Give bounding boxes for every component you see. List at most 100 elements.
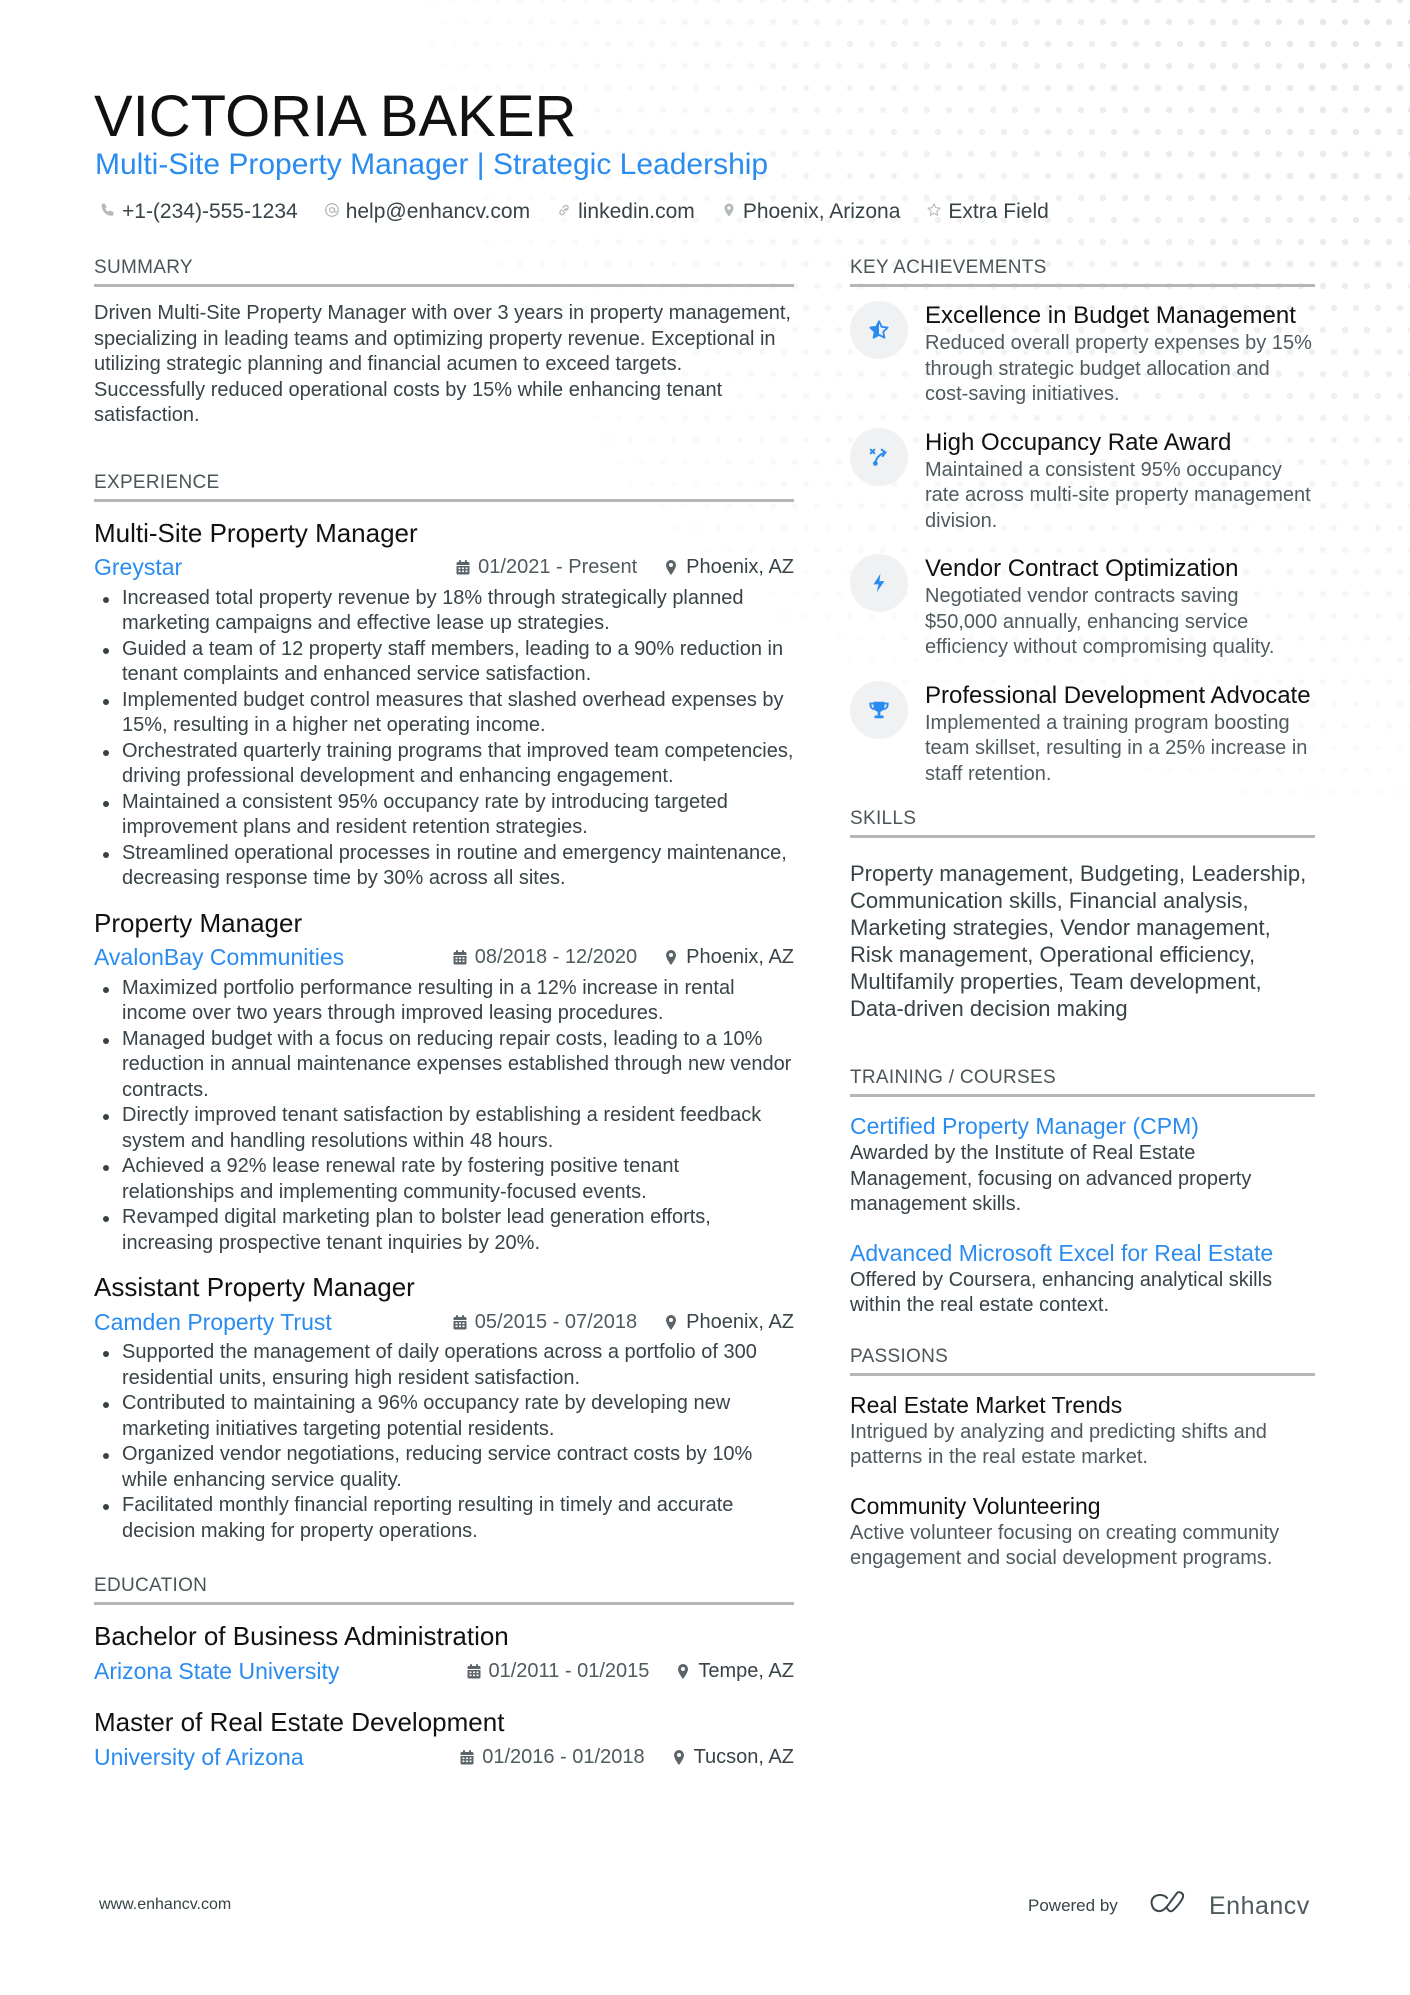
link-icon: [556, 200, 572, 224]
course-description: Offered by Coursera, enhancing analytica…: [850, 1268, 1273, 1317]
education-section: EDUCATION Bachelor of Business Administr…: [94, 1574, 794, 1775]
trophy-icon: [868, 699, 890, 721]
job-bullet: Streamlined operational processes in rou…: [94, 841, 794, 892]
company-link[interactable]: Camden Property Trust: [94, 1309, 452, 1336]
location-icon: [663, 1314, 679, 1331]
achievement-text: Vendor Contract Optimization Negotiated v…: [925, 554, 1315, 661]
education-meta: University of Arizona 01/2016 - 01/2018 Tu…: [94, 1739, 794, 1775]
education-location: Tempe, AZ: [675, 1660, 794, 1683]
school-link[interactable]: University of Arizona: [94, 1744, 459, 1771]
location-icon: [675, 1663, 691, 1680]
job-bullet: Orchestrated quarterly training programs…: [94, 739, 794, 790]
contact-email[interactable]: help@enhancv.com: [324, 200, 530, 224]
summary-heading: SUMMARY: [94, 256, 794, 287]
contact-location[interactable]: Phoenix, Arizona: [721, 200, 900, 224]
powered-by-label: Powered by: [1028, 1896, 1118, 1915]
job-location: Phoenix, AZ: [663, 946, 794, 969]
education-dates-text: 01/2011 - 01/2015: [488, 1659, 650, 1682]
achievement-icon-badge: [850, 680, 908, 739]
job-title: Assistant Property Manager: [94, 1272, 415, 1302]
company-link[interactable]: Greystar: [94, 554, 455, 581]
bolt-icon: [868, 572, 890, 594]
course-entry: Advanced Microsoft Excel for Real Estate…: [850, 1238, 1315, 1319]
training-heading: TRAINING / COURSES: [850, 1066, 1315, 1097]
passions-section: PASSIONS Real Estate Market Trends Intrig…: [850, 1345, 1315, 1572]
contact-phone[interactable]: +1-(234)-555-1234: [100, 200, 298, 224]
calendar-icon: [466, 1663, 482, 1680]
achievement-description: Negotiated vendor contracts saving $50,0…: [925, 585, 1275, 658]
at-icon: [324, 200, 340, 224]
calendar-icon: [459, 1749, 475, 1766]
education-location-text: Tempe, AZ: [698, 1659, 794, 1682]
achievement-item: Excellence in Budget Management Reduced o…: [850, 301, 1315, 408]
job-bullet: Revamped digital marketing plan to bolst…: [94, 1205, 794, 1256]
star-half-icon: [868, 319, 890, 341]
education-entry: Bachelor of Business Administration Arizo…: [94, 1619, 794, 1689]
job-entry: Assistant Property Manager Camden Propert…: [94, 1270, 794, 1544]
achievement-title: Professional Development Advocate: [925, 681, 1311, 709]
job-dates-text: 08/2018 - 12/2020: [474, 946, 638, 968]
location-icon: [663, 949, 679, 966]
contact-linkedin[interactable]: linkedin.com: [556, 200, 695, 224]
job-location: Phoenix, AZ: [663, 1311, 794, 1334]
footer-url-link[interactable]: www.enhancv.com: [99, 1896, 231, 1914]
course-description: Awarded by the Institute of Real Estate …: [850, 1142, 1252, 1215]
brand-logo[interactable]: Enhancv: [1147, 1891, 1310, 1922]
job-location-text: Phoenix, AZ: [686, 1310, 794, 1333]
course-entry: Certified Property Manager (CPM) Awarded …: [850, 1111, 1315, 1218]
skills-section: SKILLS Property management, Budgeting, L…: [850, 807, 1315, 1022]
company-link[interactable]: AvalonBay Communities: [94, 944, 452, 971]
job-dates: 05/2015 - 07/2018: [452, 1311, 637, 1334]
job-entry: Multi-Site Property Manager Greystar 01/20…: [94, 516, 794, 892]
achievement-text: High Occupancy Rate Award Maintained a co…: [925, 428, 1315, 535]
star-icon: [926, 200, 942, 224]
education-list: Bachelor of Business Administration Arizo…: [94, 1619, 794, 1775]
achievement-item: High Occupancy Rate Award Maintained a co…: [850, 427, 1315, 535]
job-bullet: Increased total property revenue by 18% …: [94, 586, 794, 637]
resume-page: VICTORIA BAKER Multi-Site Property Manag…: [0, 0, 1410, 1995]
job-bullet: Implemented budget control measures that…: [94, 688, 794, 739]
job-bullet: Maximized portfolio performance resultin…: [94, 976, 794, 1027]
achievement-description: Implemented a training program boosting …: [925, 711, 1308, 785]
passion-title: Community Volunteering: [850, 1492, 1101, 1519]
calendar-icon: [455, 559, 471, 576]
job-bullet: Directly improved tenant satisfaction by…: [94, 1103, 794, 1154]
email-text: help@enhancv.com: [345, 200, 531, 223]
achievement-description: Maintained a consistent 95% occupancy ra…: [925, 458, 1311, 532]
achievement-item: Professional Development Advocate Impleme…: [850, 680, 1315, 788]
candidate-name: VICTORIA BAKER: [94, 84, 577, 149]
passions-heading: PASSIONS: [850, 1345, 1315, 1376]
job-list: Multi-Site Property Manager Greystar 01/20…: [94, 516, 794, 1545]
job-dates: 01/2021 - Present: [455, 556, 637, 579]
extra-field-text: Extra Field: [948, 200, 1049, 223]
education-location-text: Tucson, AZ: [693, 1745, 794, 1768]
training-section: TRAINING / COURSES Certified Property Ma…: [850, 1066, 1315, 1319]
achievements-section: KEY ACHIEVEMENTS Excellence in Budget Ma…: [850, 256, 1315, 787]
candidate-headline: Multi-Site Property Manager | Strategic …: [95, 148, 769, 181]
job-bullet: Maintained a consistent 95% occupancy ra…: [94, 790, 794, 841]
job-bullet: Supported the management of daily operat…: [94, 1340, 794, 1391]
achievement-title: High Occupancy Rate Award: [925, 428, 1232, 456]
job-bullet-list: Maximized portfolio performance resultin…: [94, 976, 794, 1257]
summary-text: Driven Multi-Site Property Manager with …: [94, 302, 791, 426]
phone-icon: [100, 200, 116, 224]
calendar-icon: [452, 1314, 468, 1331]
contact-extra[interactable]: Extra Field: [926, 200, 1049, 224]
job-location-text: Phoenix, AZ: [686, 946, 794, 968]
course-title-link[interactable]: Advanced Microsoft Excel for Real Estate: [850, 1238, 1315, 1268]
job-dates-text: 05/2015 - 07/2018: [474, 1310, 638, 1333]
job-bullet: Managed budget with a focus on reducing …: [94, 1027, 794, 1104]
passion-list: Real Estate Market Trends Intrigued by an…: [850, 1390, 1315, 1572]
achievement-icon-badge: [850, 427, 908, 486]
job-bullet-list: Supported the management of daily operat…: [94, 1340, 794, 1544]
school-link[interactable]: Arizona State University: [94, 1658, 466, 1685]
course-title-link[interactable]: Certified Property Manager (CPM): [850, 1111, 1315, 1141]
achievement-title: Excellence in Budget Management: [925, 302, 1296, 329]
job-bullet: Contributed to maintaining a 96% occupan…: [94, 1391, 794, 1442]
course-list: Certified Property Manager (CPM) Awarded …: [850, 1111, 1315, 1319]
strategy-icon: [868, 446, 890, 468]
job-bullet: Achieved a 92% lease renewal rate by fos…: [94, 1154, 794, 1205]
job-meta: AvalonBay Communities 08/2018 - 12/2020 Ph…: [94, 940, 794, 976]
calendar-icon: [452, 949, 468, 966]
passion-title: Real Estate Market Trends: [850, 1391, 1123, 1418]
